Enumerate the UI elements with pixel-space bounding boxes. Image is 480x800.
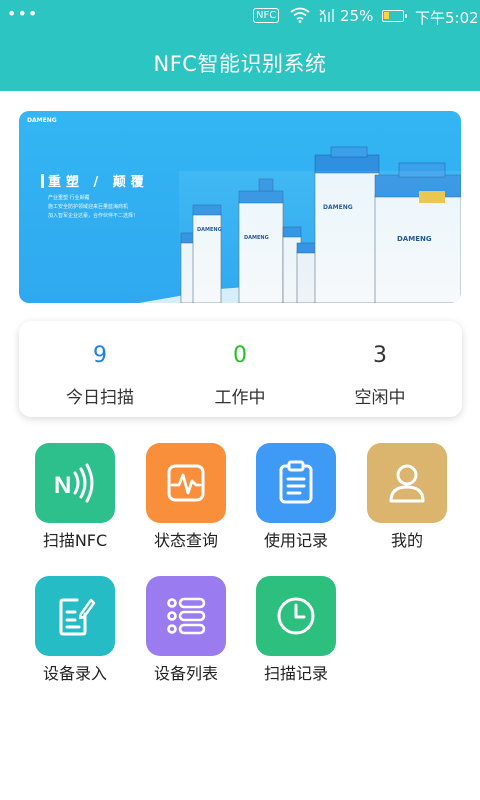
- banner-line: 加入智军企业达豪，合作伙伴不二选择！: [48, 213, 139, 219]
- stat-today-scans[interactable]: 9 今日扫描: [26, 321, 174, 417]
- menu-label: 我的: [390, 531, 423, 550]
- stat-value: 0: [233, 343, 247, 368]
- banner-line: 施工安全防护领域迎来巨量蓝海商机: [48, 204, 129, 210]
- wifi-icon: [290, 7, 310, 27]
- banner-brand: DAMENG: [27, 117, 57, 124]
- stat-value: 3: [373, 343, 387, 368]
- slogan-bar: [41, 174, 44, 188]
- user-icon: [367, 443, 447, 523]
- nfc-icon: N: [35, 443, 115, 523]
- stat-label: 工作中: [214, 388, 266, 408]
- menu-scan-nfc[interactable]: N 扫描NFC: [20, 443, 130, 553]
- edit-document-icon: [35, 576, 115, 656]
- menu-label: 状态查询: [153, 531, 218, 550]
- waveform-icon: [146, 443, 226, 523]
- menu-label: 扫描NFC: [42, 531, 108, 550]
- menu-label: 设备列表: [153, 664, 218, 683]
- banner-slogan-title: 重塑 / 颠覆: [48, 175, 149, 190]
- battery-icon: [382, 10, 407, 22]
- more-dots-icon: •••: [7, 4, 39, 23]
- stat-value: 9: [93, 343, 107, 368]
- list-icon: [146, 576, 226, 656]
- stat-label: 今日扫描: [66, 388, 134, 408]
- menu-status-query[interactable]: 状态查询: [131, 443, 241, 553]
- menu-mine[interactable]: 我的: [352, 443, 462, 553]
- nfc-status-icon: NFC: [253, 8, 280, 23]
- app-header: ••• NFC 25% 下午5:02 NFC智能识别系统: [0, 0, 480, 91]
- menu-device-list[interactable]: 设备列表: [131, 576, 241, 686]
- svg-text:N: N: [54, 472, 71, 499]
- stat-label: 空闲中: [354, 388, 406, 408]
- menu-label: 设备录入: [42, 664, 107, 683]
- status-bar: ••• NFC 25% 下午5:02: [0, 0, 480, 34]
- menu-device-entry[interactable]: 设备录入: [20, 576, 130, 686]
- menu-scan-records[interactable]: 扫描记录: [241, 576, 351, 686]
- menu-usage-records[interactable]: 使用记录: [241, 443, 351, 553]
- page-title: NFC智能识别系统: [153, 52, 327, 76]
- stat-idle[interactable]: 3 空闲中: [306, 321, 454, 417]
- status-time: 下午5:02: [415, 9, 479, 27]
- banner-line: 产业重塑 行业颠覆: [48, 195, 90, 201]
- clipboard-icon: [256, 443, 336, 523]
- menu-label: 扫描记录: [263, 664, 328, 683]
- stats-card: 9 今日扫描 0 工作中 3 空闲中: [19, 321, 462, 417]
- battery-percent: 25%: [340, 7, 374, 25]
- promo-banner[interactable]: DAMENG DAMENG DAMENG DAMENG DAMENG 重塑 / …: [19, 111, 461, 303]
- menu-label: 使用记录: [263, 531, 328, 550]
- stat-working[interactable]: 0 工作中: [166, 321, 314, 417]
- signal-icon: [318, 7, 336, 27]
- clock-icon: [256, 576, 336, 656]
